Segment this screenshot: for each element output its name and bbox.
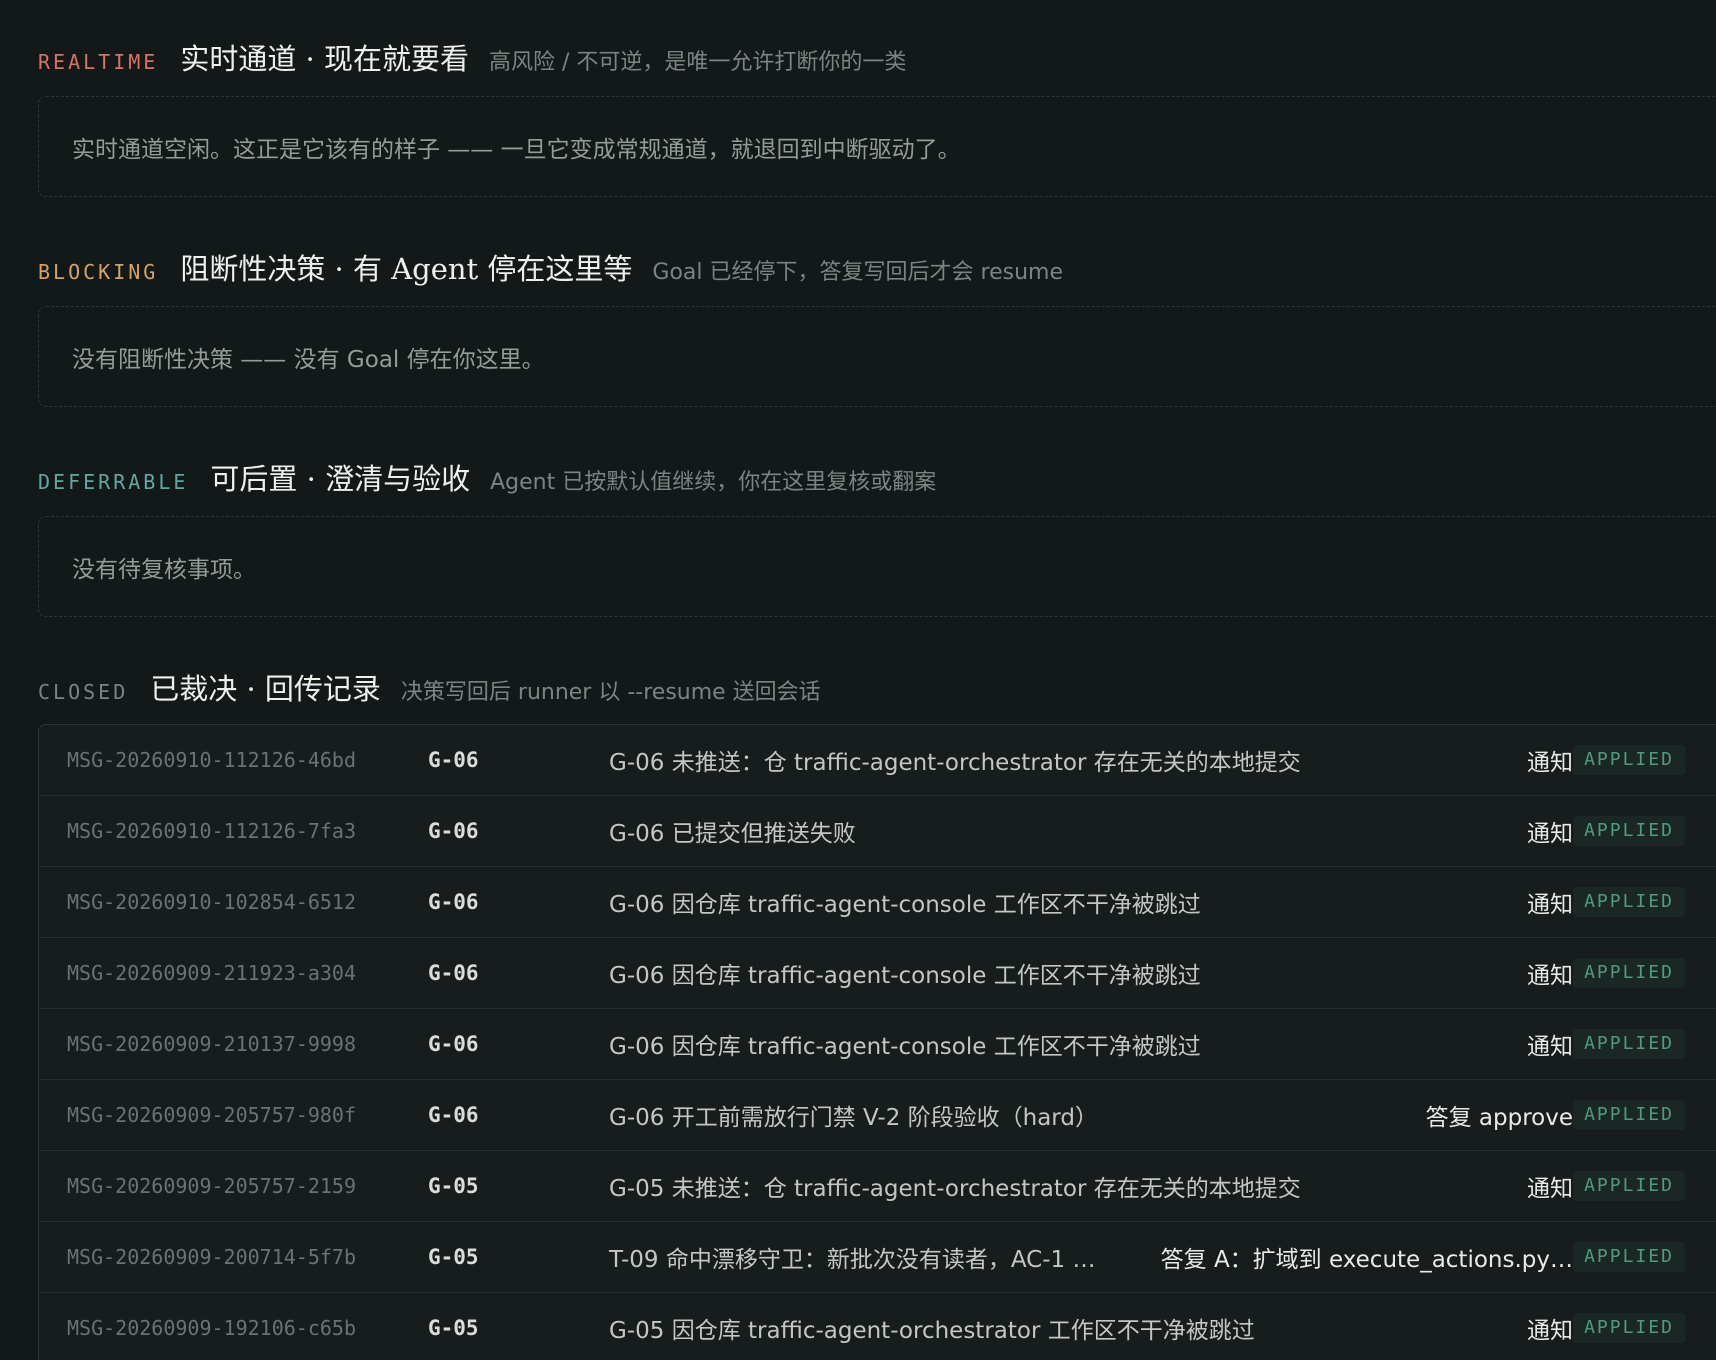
message-summary: G-05 因仓库 traffic-agent-orchestrator 工作区不… bbox=[609, 1318, 1255, 1344]
section-title-blocking: 阻断性决策 · 有 Agent 停在这里等 bbox=[180, 252, 633, 286]
status-badge: APPLIED bbox=[1573, 1242, 1685, 1272]
message-id: MSG-20260909-200714-5f7b bbox=[67, 1245, 356, 1269]
empty-state-deferrable: 没有待复核事项。 bbox=[38, 516, 1716, 617]
goal-id: G-06 bbox=[428, 1103, 479, 1127]
message-summary: G-06 因仓库 traffic-agent-console 工作区不干净被跳过 bbox=[609, 1034, 1201, 1060]
goal-id: G-06 bbox=[428, 961, 479, 985]
decision-action: 通知 bbox=[1527, 821, 1573, 847]
empty-text-blocking: 没有阻断性决策 —— 没有 Goal 停在你这里。 bbox=[72, 346, 545, 373]
section-desc-deferrable: Agent 已按默认值继续，你在这里复核或翻案 bbox=[490, 470, 937, 495]
decision-action: 通知 bbox=[1527, 1318, 1573, 1344]
message-id: MSG-20260909-210137-9998 bbox=[67, 1032, 356, 1056]
status-badge: APPLIED bbox=[1573, 1313, 1685, 1343]
table-row[interactable]: MSG-20260909-200714-5f7b G-05 T-09 命中漂移守… bbox=[39, 1222, 1716, 1293]
section-desc-realtime: 高风险 / 不可逆，是唯一允许打断你的一类 bbox=[488, 50, 907, 75]
closed-records-table: MSG-20260910-112126-46bd G-06 G-06 未推送：仓… bbox=[38, 724, 1716, 1360]
empty-state-blocking: 没有阻断性决策 —— 没有 Goal 停在你这里。 bbox=[38, 306, 1716, 407]
status-badge: APPLIED bbox=[1573, 1029, 1685, 1059]
table-row[interactable]: MSG-20260909-210137-9998 G-06 G-06 因仓库 t… bbox=[39, 1009, 1716, 1080]
status-badge: APPLIED bbox=[1573, 1171, 1685, 1201]
table-row[interactable]: MSG-20260909-211923-a304 G-06 G-06 因仓库 t… bbox=[39, 938, 1716, 1009]
section-header-blocking: BLOCKING 阻断性决策 · 有 Agent 停在这里等 Goal 已经停下… bbox=[38, 246, 1063, 288]
message-id: MSG-20260909-205757-980f bbox=[67, 1103, 356, 1127]
empty-text-deferrable: 没有待复核事项。 bbox=[72, 556, 256, 583]
goal-id: G-05 bbox=[428, 1316, 479, 1340]
section-desc-blocking: Goal 已经停下，答复写回后才会 resume bbox=[652, 260, 1063, 285]
status-badge: APPLIED bbox=[1573, 745, 1685, 775]
status-badge: APPLIED bbox=[1573, 887, 1685, 917]
message-id: MSG-20260910-112126-7fa3 bbox=[67, 819, 356, 843]
section-title-closed: 已裁决 · 回传记录 bbox=[150, 672, 381, 706]
section-header-closed: CLOSED 已裁决 · 回传记录 决策写回后 runner 以 --resum… bbox=[38, 666, 821, 708]
decision-action: 答复 A：扩域到 execute_actions.py… bbox=[1160, 1247, 1573, 1273]
decision-action: 通知 bbox=[1527, 1034, 1573, 1060]
goal-id: G-06 bbox=[428, 890, 479, 914]
message-summary: G-06 因仓库 traffic-agent-console 工作区不干净被跳过 bbox=[609, 963, 1201, 989]
section-tag-blocking: BLOCKING bbox=[38, 260, 159, 284]
decision-action: 通知 bbox=[1527, 892, 1573, 918]
section-tag-closed: CLOSED bbox=[38, 680, 129, 704]
message-summary: G-06 开工前需放行门禁 V-2 阶段验收（hard） bbox=[609, 1105, 1098, 1131]
message-id: MSG-20260910-102854-6512 bbox=[67, 890, 356, 914]
message-summary: G-06 因仓库 traffic-agent-console 工作区不干净被跳过 bbox=[609, 892, 1201, 918]
goal-id: G-05 bbox=[428, 1245, 479, 1269]
message-summary: G-06 已提交但推送失败 bbox=[609, 821, 856, 847]
message-id: MSG-20260909-205757-2159 bbox=[67, 1174, 356, 1198]
section-header-realtime: REALTIME 实时通道 · 现在就要看 高风险 / 不可逆，是唯一允许打断你… bbox=[38, 36, 906, 78]
table-row[interactable]: MSG-20260910-112126-7fa3 G-06 G-06 已提交但推… bbox=[39, 796, 1716, 867]
section-header-deferrable: DEFERRABLE 可后置 · 澄清与验收 Agent 已按默认值继续，你在这… bbox=[38, 456, 936, 498]
goal-id: G-06 bbox=[428, 819, 479, 843]
table-row[interactable]: MSG-20260910-112126-46bd G-06 G-06 未推送：仓… bbox=[39, 725, 1716, 796]
status-badge: APPLIED bbox=[1573, 1100, 1685, 1130]
message-summary: G-05 未推送：仓 traffic-agent-orchestrator 存在… bbox=[609, 1176, 1301, 1202]
empty-text-realtime: 实时通道空闲。这正是它该有的样子 —— 一旦它变成常规通道，就退回到中断驱动了。 bbox=[72, 136, 961, 163]
section-title-realtime: 实时通道 · 现在就要看 bbox=[180, 42, 469, 76]
section-title-deferrable: 可后置 · 澄清与验收 bbox=[210, 462, 471, 496]
message-id: MSG-20260910-112126-46bd bbox=[67, 748, 356, 772]
table-row[interactable]: MSG-20260910-102854-6512 G-06 G-06 因仓库 t… bbox=[39, 867, 1716, 938]
message-summary: T-09 命中漂移守卫：新批次没有读者，AC-1 … bbox=[609, 1247, 1096, 1273]
message-id: MSG-20260909-211923-a304 bbox=[67, 961, 356, 985]
section-tag-realtime: REALTIME bbox=[38, 50, 159, 74]
goal-id: G-05 bbox=[428, 1174, 479, 1198]
decision-action: 通知 bbox=[1527, 963, 1573, 989]
table-row[interactable]: MSG-20260909-205757-2159 G-05 G-05 未推送：仓… bbox=[39, 1151, 1716, 1222]
section-tag-deferrable: DEFERRABLE bbox=[38, 470, 189, 494]
decision-action: 通知 bbox=[1527, 1176, 1573, 1202]
table-row[interactable]: MSG-20260909-205757-980f G-06 G-06 开工前需放… bbox=[39, 1080, 1716, 1151]
status-badge: APPLIED bbox=[1573, 958, 1685, 988]
goal-id: G-06 bbox=[428, 748, 479, 772]
decision-action: 答复 approve bbox=[1425, 1105, 1573, 1131]
section-desc-closed: 决策写回后 runner 以 --resume 送回会话 bbox=[400, 680, 821, 705]
status-badge: APPLIED bbox=[1573, 816, 1685, 846]
decision-action: 通知 bbox=[1527, 750, 1573, 776]
message-summary: G-06 未推送：仓 traffic-agent-orchestrator 存在… bbox=[609, 750, 1301, 776]
table-row[interactable]: MSG-20260909-192106-c65b G-05 G-05 因仓库 t… bbox=[39, 1293, 1716, 1360]
message-id: MSG-20260909-192106-c65b bbox=[67, 1316, 356, 1340]
goal-id: G-06 bbox=[428, 1032, 479, 1056]
empty-state-realtime: 实时通道空闲。这正是它该有的样子 —— 一旦它变成常规通道，就退回到中断驱动了。 bbox=[38, 96, 1716, 197]
